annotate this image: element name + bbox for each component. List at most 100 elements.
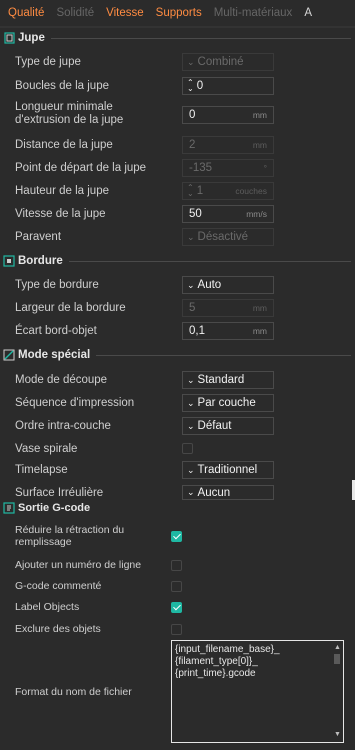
label-surface: Surface Irréulière: [15, 486, 104, 499]
label-hauteur: Hauteur de la jupe: [15, 184, 109, 197]
input-vitesse[interactable]: 50 mm/s: [182, 205, 274, 223]
checkbox-vase[interactable]: [182, 443, 193, 454]
input-distance[interactable]: 2 mm: [182, 136, 274, 154]
chevron-down-icon: ⌄: [187, 464, 195, 475]
section-title-mode: Mode spécial: [18, 349, 91, 361]
label-exclure: Exclure des objets: [15, 623, 101, 635]
label-label-objects: Label Objects: [15, 601, 80, 613]
spinner-arrows-icon[interactable]: ⌃ ⌄: [187, 79, 194, 93]
label-sequence: Séquence d'impression: [15, 396, 135, 409]
format-filename-textarea[interactable]: {input_filename_base}_ {filament_type[0]…: [171, 640, 344, 743]
divider: [50, 37, 351, 39]
divider: [68, 260, 351, 262]
select-timelapse[interactable]: ⌄ Traditionnel: [182, 461, 274, 479]
row-decoupe: Mode de découpe ⌄ Standard: [0, 371, 355, 389]
label-boucles: Boucles de la jupe: [15, 79, 109, 92]
input-ecart[interactable]: 0,1 mm: [182, 322, 274, 340]
textarea-scrollbar[interactable]: ▲ ▼: [332, 642, 342, 741]
tab-multi-materiaux[interactable]: Multi-matériaux: [214, 7, 293, 19]
row-sequence: Séquence d'impression ⌄ Par couche: [0, 394, 355, 412]
input-value: -135: [189, 162, 213, 174]
row-type-bordure: Type de bordure ⌄ Auto: [0, 276, 355, 294]
label-reduire-2: remplissage: [15, 536, 72, 548]
chevron-down-icon: ⌄: [187, 397, 195, 408]
select-type-de-jupe[interactable]: ⌄ Combiné: [182, 53, 274, 71]
label-reduire-1: Réduire la rétraction du: [15, 524, 125, 536]
unit-label: °: [263, 163, 267, 173]
select-sequence[interactable]: ⌄ Par couche: [182, 394, 274, 412]
section-title-bordure: Bordure: [18, 255, 63, 267]
label-paravent: Paravent: [15, 230, 62, 243]
input-depart[interactable]: -135 °: [182, 159, 274, 177]
chevron-down-icon: ⌄: [187, 374, 195, 385]
spin-boucles[interactable]: ⌃ ⌄ 0: [182, 77, 274, 95]
checkbox-numero-ligne[interactable]: [171, 560, 182, 571]
checkbox-gcode-commente[interactable]: [171, 581, 182, 592]
brim-icon: [3, 255, 15, 267]
checkbox-label-objects[interactable]: [171, 602, 182, 613]
input-value: 5: [189, 302, 196, 314]
label-distance: Distance de la jupe: [15, 138, 113, 151]
checkbox-exclure[interactable]: [171, 624, 182, 635]
row-hauteur: Hauteur de la jupe ⌃ ⌄ 1 couches: [0, 182, 355, 200]
row-timelapse: Timelapse ⌄ Traditionnel: [0, 461, 355, 479]
scroll-up-icon[interactable]: ▲: [334, 642, 341, 654]
format-line-1: {input_filename_base}_: [175, 644, 280, 655]
select-value: Combiné: [197, 56, 244, 68]
select-value: Aucun: [197, 486, 231, 499]
row-ecart: Écart bord-objet 0,1 mm: [0, 322, 355, 340]
label-ordre: Ordre intra-couche: [15, 419, 111, 432]
select-surface[interactable]: ⌄ Aucun: [182, 485, 274, 500]
row-depart: Point de départ de la jupe -135 °: [0, 159, 355, 177]
input-value: 0: [189, 109, 196, 121]
row-type-de-jupe: Type de jupe ⌄ Combiné: [0, 53, 355, 71]
select-paravent[interactable]: ⌄ Désactivé: [182, 228, 274, 246]
input-longueur[interactable]: 0 mm: [182, 106, 274, 124]
row-vitesse: Vitesse de la jupe 50 mm/s: [0, 205, 355, 223]
section-bordure: Bordure: [0, 252, 355, 270]
input-largeur-bordure[interactable]: 5 mm: [182, 299, 274, 317]
unit-label: mm: [252, 110, 267, 120]
input-value: 2: [189, 139, 196, 151]
section-title-jupe: Jupe: [18, 32, 45, 44]
row-paravent: Paravent ⌄ Désactivé: [0, 228, 355, 246]
label-largeur-bordure: Largeur de la bordure: [15, 301, 126, 314]
spinner-arrows-icon[interactable]: ⌃ ⌄: [187, 184, 194, 198]
label-longueur-1: Longueur minimale: [15, 101, 113, 113]
chevron-down-icon: ⌄: [187, 487, 195, 497]
special-mode-icon: [3, 349, 15, 361]
select-ordre[interactable]: ⌄ Défaut: [182, 417, 274, 435]
unit-label: mm: [252, 303, 267, 313]
tab-qualite[interactable]: Qualité: [8, 7, 44, 19]
tab-vitesse[interactable]: Vitesse: [106, 7, 144, 19]
unit-label: couches: [235, 186, 267, 196]
row-boucles: Boucles de la jupe ⌃ ⌄ 0: [0, 77, 355, 95]
skirt-icon: [3, 32, 15, 44]
select-type-bordure[interactable]: ⌄ Auto: [182, 276, 274, 294]
select-decoupe[interactable]: ⌄ Standard: [182, 371, 274, 389]
label-longueur-2: d'extrusion de la jupe: [15, 114, 124, 126]
tab-supports[interactable]: Supports: [156, 7, 202, 19]
row-vase: Vase spirale: [0, 441, 355, 457]
format-line-2: {filament_type[0]}_: [175, 656, 258, 667]
chevron-down-icon: ⌄: [187, 231, 195, 242]
label-ecart: Écart bord-objet: [15, 324, 97, 337]
scroll-thumb[interactable]: [334, 654, 340, 664]
scroll-down-icon[interactable]: ▼: [334, 729, 341, 741]
checkbox-reduire[interactable]: [171, 531, 182, 542]
chevron-down-icon: ⌄: [187, 420, 195, 431]
select-value: Défaut: [197, 420, 232, 432]
select-value: Désactivé: [197, 231, 249, 243]
label-type-de-jupe: Type de jupe: [15, 55, 81, 68]
row-longueur: Longueur minimale d'extrusion de la jupe…: [0, 101, 355, 129]
label-decoupe: Mode de découpe: [15, 373, 108, 386]
section-title-gcode: Sortie G-code: [18, 502, 91, 514]
tab-avance[interactable]: A: [304, 7, 312, 19]
section-sortie-gcode: Sortie G-code: [0, 500, 355, 516]
gcode-icon: [3, 502, 15, 514]
format-line-3: {print_time}.gcode: [175, 668, 256, 679]
tab-solidite[interactable]: Solidité: [56, 7, 94, 19]
spin-value: 0: [196, 80, 204, 92]
label-vase: Vase spirale: [15, 442, 78, 455]
spin-hauteur[interactable]: ⌃ ⌄ 1 couches: [182, 182, 274, 200]
